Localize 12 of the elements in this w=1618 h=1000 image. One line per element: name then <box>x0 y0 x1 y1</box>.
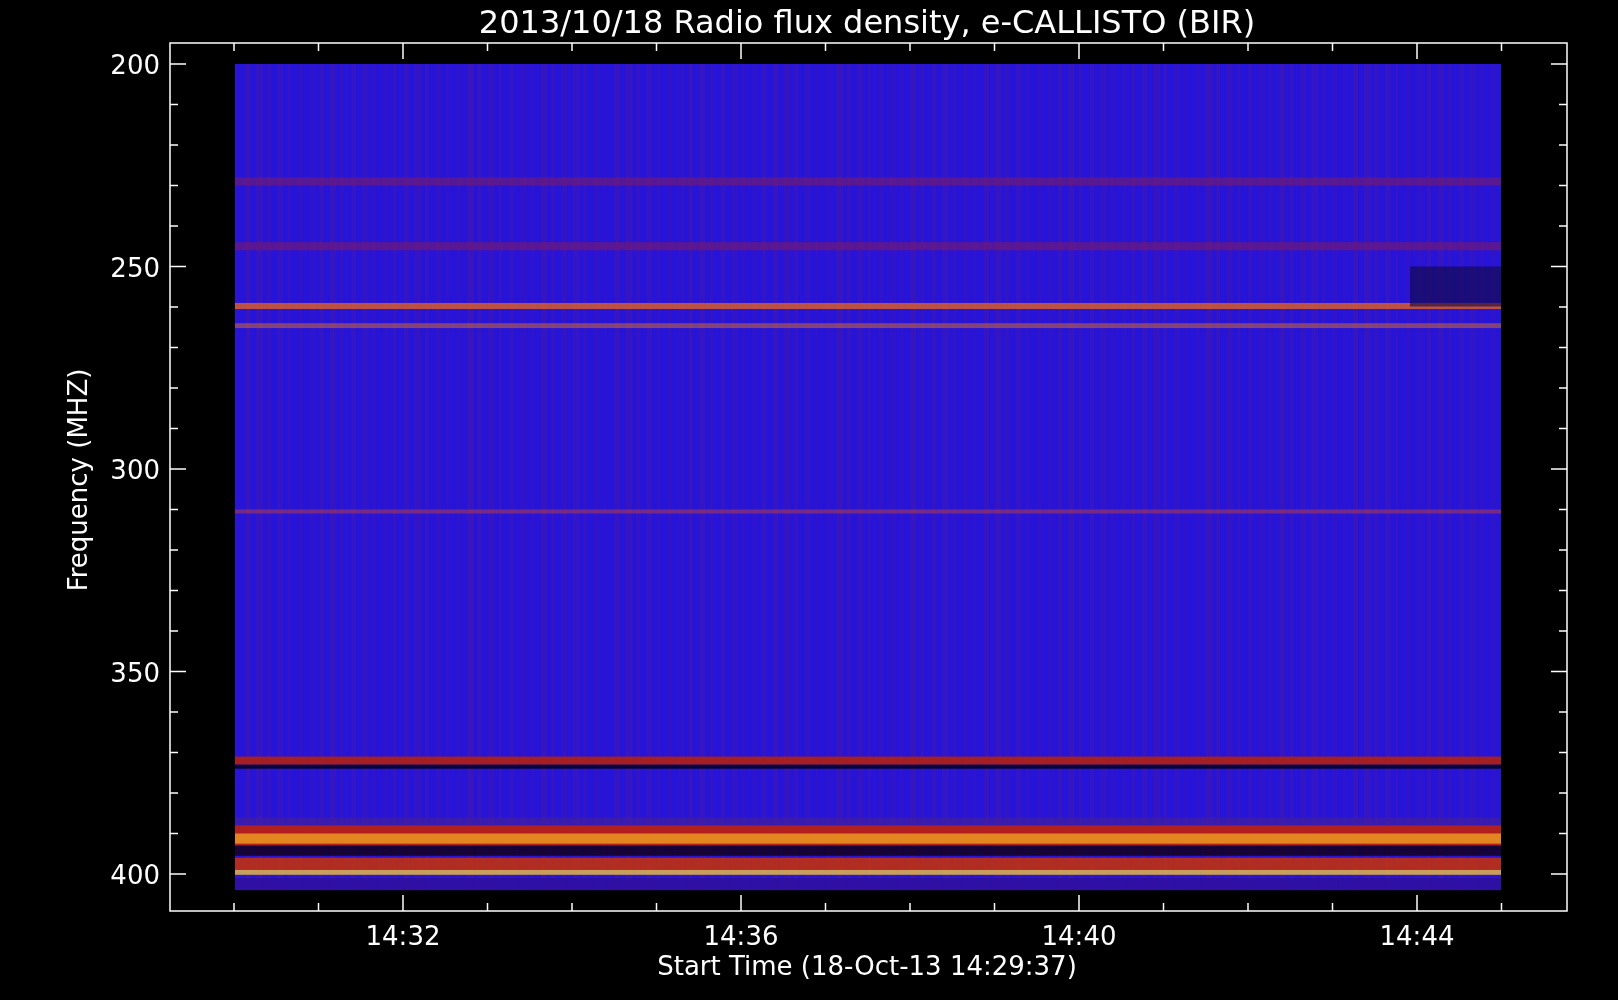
x-axis-label: Start Time (18-Oct-13 14:29:37) <box>657 951 1077 981</box>
y-tick-label: 350 <box>110 657 160 688</box>
y-tick-label: 200 <box>110 50 160 80</box>
x-tick-label: 14:32 <box>365 921 441 951</box>
x-tick-label: 14:44 <box>1379 921 1455 951</box>
chart-title: 2013/10/18 Radio flux density, e-CALLISTO (BIR) <box>478 3 1256 41</box>
y-tick-label: 300 <box>110 455 160 485</box>
y-tick-label: 400 <box>110 860 160 890</box>
x-tick-label: 14:40 <box>1041 921 1117 951</box>
x-tick-label: 14:36 <box>703 921 779 951</box>
y-tick-label: 250 <box>110 252 160 283</box>
y-axis-label: Frequency (MHZ) <box>63 368 93 592</box>
